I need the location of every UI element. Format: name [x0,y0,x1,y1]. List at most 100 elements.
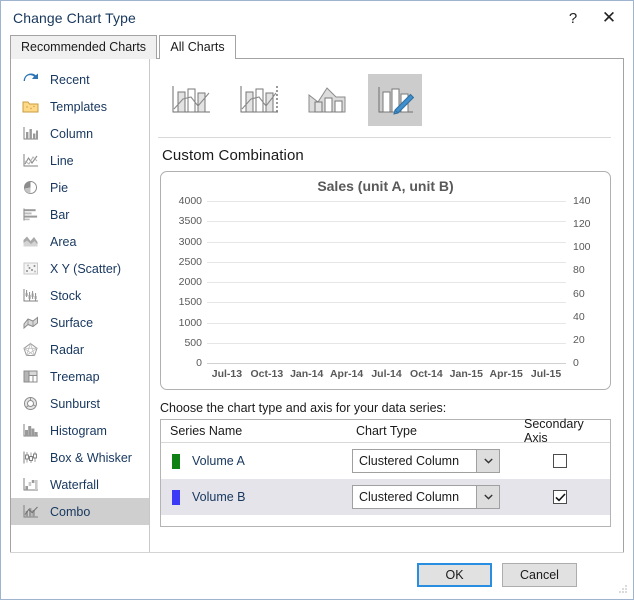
chart-title: Sales (unit A, unit B) [317,178,454,194]
sidebar-item-label: Sunburst [50,396,101,411]
x-axis-tick: Apr-15 [489,368,523,380]
y2-axis-tick: 60 [573,287,585,300]
sidebar-item-box-whisker[interactable]: Box & Whisker [11,444,149,471]
chart-category-slot: Oct-13 [247,201,287,380]
y2-axis-tick: 20 [573,333,585,346]
close-icon[interactable]: ✕ [591,4,627,32]
chart-type-dropdown-volume-b[interactable]: Clustered Column [352,485,500,509]
secondary-axis-checkbox-volume-b[interactable] [553,490,567,504]
sidebar-item-label: X Y (Scatter) [50,261,122,276]
table-row[interactable]: Volume A Clustered Column [161,443,610,479]
sidebar-item-stock[interactable]: Stock [11,282,149,309]
sidebar-item-waterfall[interactable]: Waterfall [11,471,149,498]
sidebar-item-label: Bar [50,207,70,222]
sidebar-item-label: Surface [50,315,94,330]
cancel-button[interactable]: Cancel [502,563,577,587]
stock-icon [20,287,40,305]
chart-type-dropdown-volume-a[interactable]: Clustered Column [352,449,500,473]
combo-thumbnail-row [156,69,613,131]
waterfall-icon [20,476,40,494]
column-icon [20,125,40,143]
y-axis-tick: 1000 [178,316,202,329]
sidebar-item-label: Waterfall [50,477,99,492]
y2-axis-tick: 120 [573,218,591,231]
column-header-series-name: Series Name [170,424,243,438]
sidebar-item-templates[interactable]: Templates [11,93,149,120]
y-axis-tick: 2000 [178,276,202,288]
y2-axis-tick: 140 [573,195,591,207]
chart-type-list: Recent Templates Column Line Pie Bar Are… [11,59,150,563]
y-axis-tick: 2500 [178,255,202,268]
chart-category-slot: Apr-14 [327,201,367,380]
radar-icon [20,341,40,359]
sidebar-item-label: Combo [50,504,91,519]
x-axis-tick: Jul-14 [371,368,402,380]
templates-icon [20,98,40,116]
chart-category-slot: Jul-14 [367,201,407,380]
series-name-label: Volume B [192,490,246,504]
chart-category-slot: Jul-15 [526,201,566,380]
thumbnail-clustered-column-line[interactable] [164,74,218,126]
series-table-caption: Choose the chart type and axis for your … [160,401,447,415]
sidebar-item-xy-scatter[interactable]: X Y (Scatter) [11,255,149,282]
resize-grip[interactable] [617,584,628,595]
treemap-icon [20,368,40,386]
sidebar-item-area[interactable]: Area [11,228,149,255]
sidebar-item-label: Templates [50,99,107,114]
help-icon[interactable]: ? [555,4,591,32]
sidebar-item-treemap[interactable]: Treemap [11,363,149,390]
chart-category-slot: Apr-15 [486,201,526,380]
sidebar-item-pie[interactable]: Pie [11,174,149,201]
series-name-label: Volume A [192,454,245,468]
sidebar-item-label: Line [50,153,74,168]
y2-axis-tick: 80 [573,264,585,277]
dialog-footer: OK Cancel [1,552,633,599]
tab-all-charts[interactable]: All Charts [159,35,236,60]
thumbnail-custom-combination[interactable] [368,74,422,126]
chevron-down-icon[interactable] [476,450,499,472]
x-axis-tick: Jan-14 [290,368,324,380]
sidebar-item-sunburst[interactable]: Sunburst [11,390,149,417]
x-axis-tick: Jul-15 [530,368,562,380]
chart-type-cell: Clustered Column [347,449,524,473]
sidebar-item-label: Recent [50,72,90,87]
y-axis-tick: 3000 [178,235,202,248]
x-axis-tick: Jan-15 [449,368,483,380]
window-controls: ? ✕ [555,1,627,35]
sidebar-item-combo[interactable]: Combo [11,498,149,525]
sidebar-item-recent[interactable]: Recent [11,66,149,93]
secondary-axis-checkbox-volume-a[interactable] [553,454,567,468]
sidebar-item-radar[interactable]: Radar [11,336,149,363]
sidebar-item-surface[interactable]: Surface [11,309,149,336]
thumbnail-stacked-area-clustered-column[interactable] [300,74,354,126]
scatter-icon [20,260,40,278]
recent-icon [20,71,40,89]
sidebar-item-histogram[interactable]: Histogram [11,417,149,444]
chart-preview: Sales (unit A, unit B) 4000 3500 3000 25… [160,171,611,390]
thumbnail-clustered-column-line-secondary-axis[interactable] [232,74,286,126]
dialog-body: Recent Templates Column Line Pie Bar Are… [10,59,624,564]
sidebar-item-label: Treemap [50,369,100,384]
column-header-secondary-axis: Secondary Axis [524,417,584,445]
sidebar-item-line[interactable]: Line [11,147,149,174]
footer-divider [10,552,624,553]
y2-axis-tick: 100 [573,241,591,254]
tab-recommended-charts[interactable]: Recommended Charts [10,35,158,59]
chart-bars: Jul-13 Oct-13 Jan-14 Apr-14 Jul-14 Oct-14 Jan-… [207,201,566,380]
series-color-swatch [172,489,180,505]
chevron-down-icon[interactable] [476,486,499,508]
x-axis-tick: Jul-13 [211,368,243,380]
secondary-axis-cell [524,490,610,504]
tab-strip: Recommended Charts All Charts [1,35,633,60]
sidebar-item-bar[interactable]: Bar [11,201,149,228]
sidebar-item-label: Pie [50,180,69,195]
ok-button[interactable]: OK [417,563,492,587]
chart-type-value: Clustered Column [359,490,460,504]
sidebar-item-label: Box & Whisker [50,450,132,465]
box-whisker-icon [20,449,40,467]
sidebar-item-label: Stock [50,288,82,303]
table-row[interactable]: Volume B Clustered Column [161,479,610,515]
sidebar-item-column[interactable]: Column [11,120,149,147]
chart-category-slot: Jan-15 [446,201,486,380]
series-color-swatch [172,453,180,469]
